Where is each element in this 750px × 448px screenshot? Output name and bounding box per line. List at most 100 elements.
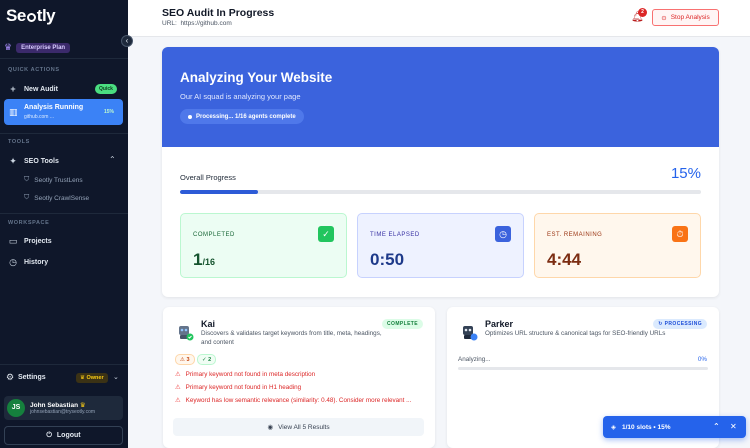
power-icon: ⏻ [46, 431, 52, 439]
crown-icon: ♛ [79, 402, 86, 409]
owner-badge: ♛ Owner [76, 373, 108, 383]
analysis-card: Analyzing Your Website Our AI squad is a… [162, 47, 719, 297]
sidebar-divider [0, 133, 128, 134]
plan-badge: Enterprise Plan [16, 42, 71, 53]
seotly-logo[interactable]: Se tly [6, 6, 56, 26]
user-email: johnsebastian@tryseotly.com [30, 409, 96, 415]
agent-name: Kai [201, 319, 216, 329]
agent-name: Parker [485, 319, 514, 329]
sidebar-item-label: Projects [24, 238, 52, 245]
processing-status: Processing... 1/16 agents complete [180, 109, 304, 124]
slots-indicator[interactable]: ◈ 1/10 slots • 15% ⌃ ✕ [603, 416, 746, 438]
chevron-up-icon[interactable]: ⌃ [713, 422, 720, 431]
clock-icon: ◷ [495, 226, 511, 242]
user-card[interactable]: JS John Sebastian ♛ johnsebastian@tryseo… [4, 396, 123, 420]
overall-progress-percent: 15% [670, 165, 701, 182]
plan-indicator: ♛ Enterprise Plan [4, 42, 71, 53]
shield-icon: ⛉ [24, 176, 30, 183]
timer-icon: ⏱ [672, 226, 688, 242]
sparkle-icon: ✦ [9, 156, 17, 166]
audit-url: URL: https://github.com [162, 20, 232, 27]
hero-title: Analyzing Your Website [180, 70, 333, 85]
sidebar-item-label: New Audit [24, 85, 58, 93]
sidebar-item-analysis-running[interactable]: ▥ Analysis Running github.com ... 15% [4, 99, 123, 125]
time-elapsed-stat-card: TIME ELAPSED 0:50 ◷ [357, 213, 524, 278]
workspace-title: WORKSPACE [8, 220, 50, 226]
sidebar: Se tly ♛ Enterprise Plan QUICK ACTIONS + … [0, 0, 128, 448]
analysis-running-subtitle: github.com ... [24, 114, 55, 120]
crown-icon: ♛ [4, 42, 13, 52]
chevron-down-icon[interactable]: ⌄ [113, 373, 119, 381]
hero-banner: Analyzing Your Website Our AI squad is a… [162, 47, 719, 147]
warning-icon: ⚠ [175, 397, 181, 404]
sidebar-item-trustlens[interactable]: ⛉ Seotly TrustLens [24, 176, 83, 184]
stat-value: 4:44 [547, 250, 582, 269]
pass-count-badge: ✓ 2 [197, 354, 217, 365]
issue-item: ⚠ Primary keyword not found in meta descr… [175, 371, 316, 378]
view-all-results-button[interactable]: ◉ View All 5 Results [173, 418, 424, 436]
sidebar-divider [0, 364, 128, 365]
stat-value: 1/16 [193, 250, 215, 269]
avatar: JS [7, 399, 25, 417]
check-icon: ✓ [318, 226, 334, 242]
est-remaining-stat-card: EST. REMAINING 4:44 ⏱ [534, 213, 701, 278]
agent-description: Optimizes URL structure & canonical tags… [485, 330, 666, 337]
status-badge: COMPLETE [382, 319, 423, 329]
robot-avatar-icon [179, 326, 194, 341]
warning-icon: ⚠ [175, 384, 181, 391]
overall-progress-fill [180, 190, 259, 194]
user-name: John Sebastian ♛ [30, 402, 86, 409]
agent-progress-label: Analyzing... [458, 356, 491, 363]
sidebar-item-projects[interactable]: ▭ Projects [8, 236, 52, 247]
chevron-up-icon[interactable]: ⌃ [109, 155, 116, 164]
analysis-running-percent: 15% [104, 109, 115, 115]
warning-icon: ⚠ [175, 371, 181, 378]
header: SEO Audit In Progress URL: https://githu… [128, 0, 750, 37]
quick-actions-title: QUICK ACTIONS [8, 67, 60, 73]
stop-icon: ⊙ [661, 14, 667, 22]
eye-icon: ◉ [267, 424, 274, 431]
sidebar-divider [0, 213, 128, 214]
sidebar-item-label: Settings [18, 374, 46, 381]
status-badge: ↻ PROCESSING [653, 319, 707, 329]
logout-button[interactable]: ⏻ Logout [4, 426, 123, 445]
issue-item: ⚠ Keyword has low semantic relevance (sim… [175, 397, 412, 404]
layers-icon: ◈ [611, 424, 616, 431]
stat-label: COMPLETED [193, 232, 235, 238]
gear-icon: ⚙ [6, 372, 15, 382]
overall-progress-bar [180, 190, 701, 194]
robot-avatar-icon [463, 326, 478, 341]
overall-progress-label: Overall Progress [180, 173, 236, 182]
sidebar-item-label: Seotly TrustLens [34, 176, 83, 184]
close-icon[interactable]: ✕ [730, 422, 737, 431]
bar-chart-icon: ▥ [9, 107, 18, 117]
sidebar-divider [0, 58, 128, 59]
shield-icon: ⛉ [24, 194, 30, 201]
sidebar-item-crawlsense[interactable]: ⛉ Seotly CrawlSense [24, 194, 89, 202]
sidebar-item-label: SEO Tools [24, 158, 59, 165]
tools-title: TOOLS [8, 139, 30, 145]
folder-icon: ▭ [8, 236, 18, 246]
slots-label: 1/10 slots • 15% [622, 423, 671, 431]
sidebar-item-seo-tools[interactable]: ✦ SEO Tools [8, 156, 59, 167]
sidebar-item-label: Seotly CrawlSense [34, 194, 90, 202]
sidebar-item-label: History [24, 259, 49, 266]
collapse-sidebar-button[interactable]: ‹ [121, 35, 133, 47]
analysis-running-label: Analysis Running [24, 104, 84, 111]
quick-badge: Quick [95, 84, 117, 94]
sidebar-item-history[interactable]: ◷ History [8, 257, 48, 268]
hero-subtitle: Our AI squad is analyzing your page [180, 92, 301, 101]
status-dot-icon [188, 114, 192, 119]
agent-card-kai: Kai Discovers & validates target keyword… [163, 307, 435, 448]
plus-icon: + [10, 84, 16, 94]
stat-label: EST. REMAINING [547, 232, 603, 238]
agent-description: Discovers & validates target keywords fr… [201, 330, 382, 346]
sidebar-item-new-audit[interactable]: + New Audit [8, 84, 58, 94]
notification-count: 2 [638, 8, 647, 17]
clock-icon: ◷ [9, 257, 17, 267]
warning-count-badge: ⚠ 3 [175, 354, 195, 365]
stat-value: 0:50 [370, 250, 405, 269]
stop-analysis-button[interactable]: ⊙ Stop Analysis [652, 9, 719, 26]
page-title: SEO Audit In Progress [162, 7, 275, 19]
agent-progress-bar [458, 367, 708, 370]
